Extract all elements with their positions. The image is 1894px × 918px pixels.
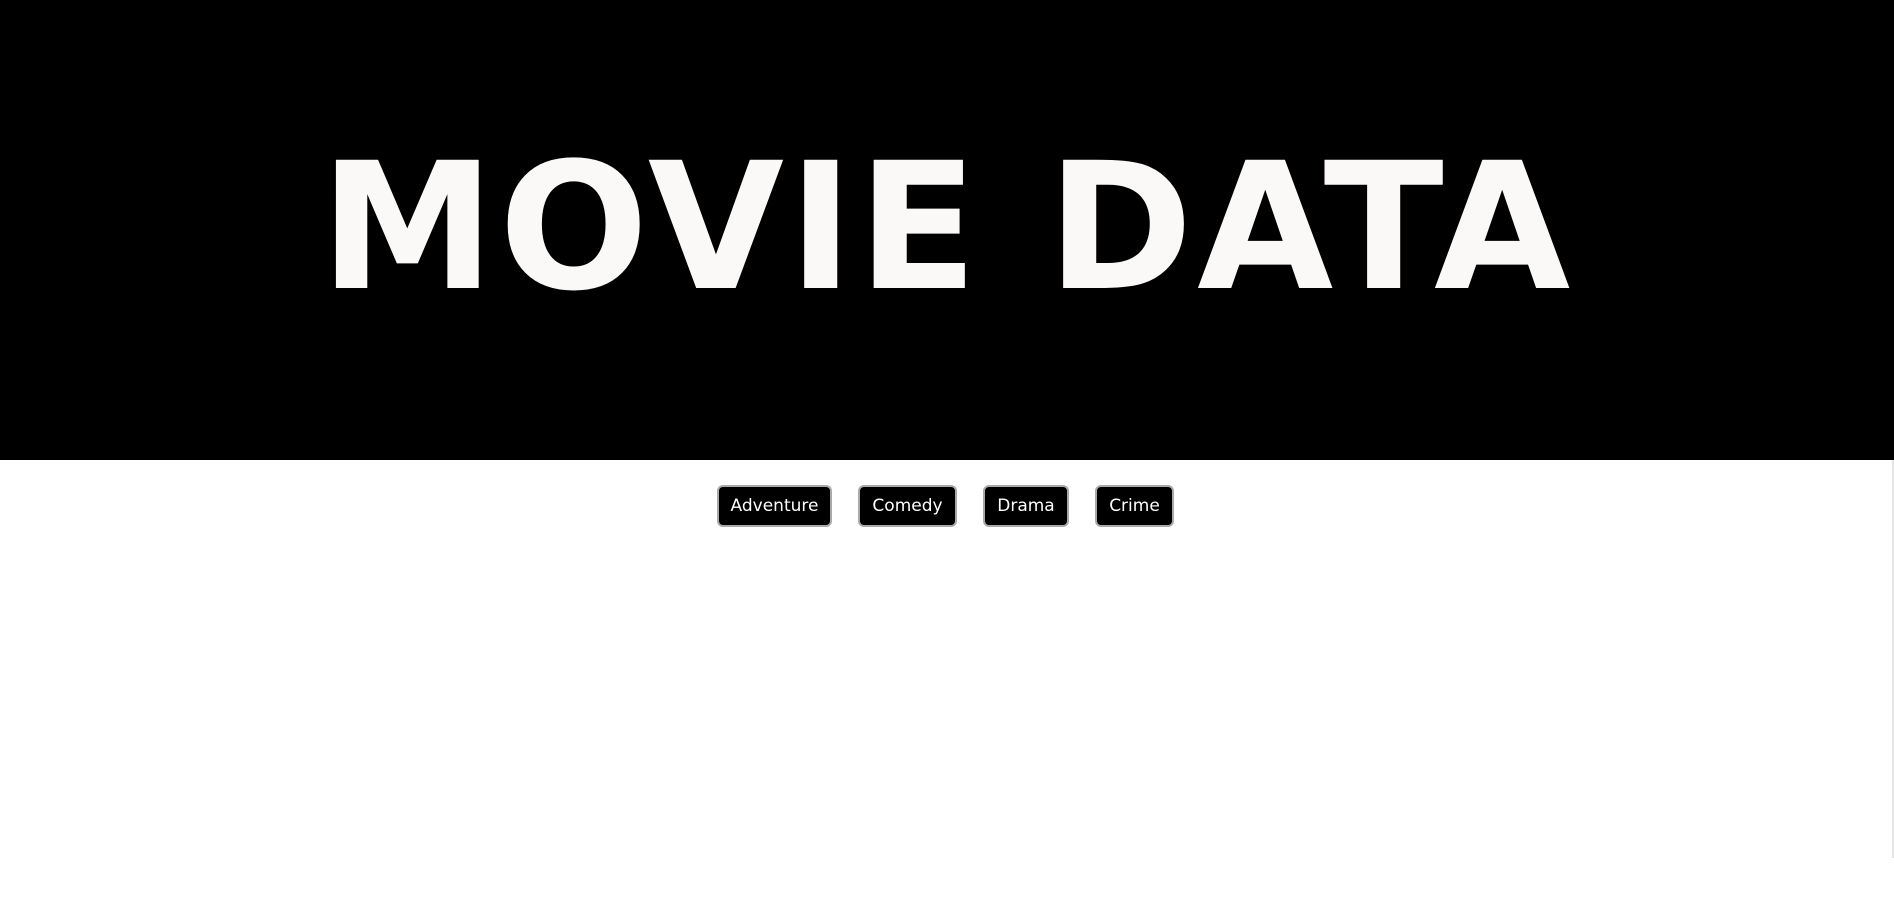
genre-filter-bar: Adventure Comedy Drama Crime: [0, 485, 1894, 527]
crime-button[interactable]: Crime: [1095, 485, 1174, 527]
comedy-button[interactable]: Comedy: [858, 485, 957, 527]
drama-button[interactable]: Drama: [983, 485, 1069, 527]
adventure-button[interactable]: Adventure: [717, 485, 832, 527]
page: MOVIE DATA Adventure Comedy Drama Crime: [0, 0, 1894, 918]
hero-banner: MOVIE DATA: [0, 0, 1894, 460]
page-title: MOVIE DATA: [319, 125, 1575, 330]
